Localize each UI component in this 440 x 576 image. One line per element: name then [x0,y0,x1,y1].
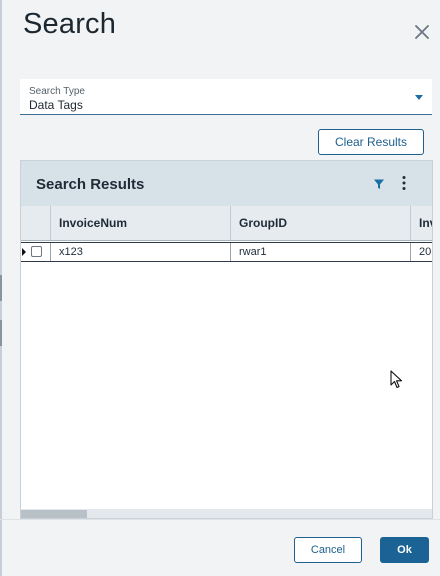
cell-groupid: rwar1 [231,243,411,261]
grid-header-row: InvoiceNum GroupID Inv [21,206,432,241]
search-type-label: Search Type [29,86,85,97]
background-window-edge [0,0,2,576]
close-button[interactable] [410,20,434,44]
search-type-value: Data Tags [29,98,83,112]
background-mark [0,320,2,346]
search-results-panel: Search Results InvoiceNum GroupID Inv x1… [20,160,433,519]
chevron-down-icon [415,95,423,100]
more-vertical-icon[interactable] [402,175,406,191]
dialog-title: Search [23,8,117,40]
close-icon [415,25,429,39]
row-checkbox[interactable] [31,246,42,257]
row-indicator-icon [22,248,26,256]
filter-icon[interactable] [373,178,385,190]
results-title: Search Results [36,176,145,193]
clear-results-button[interactable]: Clear Results [318,129,424,155]
cancel-button[interactable]: Cancel [294,537,362,563]
background-mark [0,275,2,301]
column-header-invoicenum[interactable]: InvoiceNum [51,206,231,240]
grid-header-selector [21,206,51,240]
table-row[interactable]: x123 rwar1 20 [21,242,432,262]
horizontal-scrollbar[interactable] [21,509,432,518]
cell-inv: 20 [419,246,432,258]
results-header: Search Results [21,161,432,206]
ok-button[interactable]: Ok [380,537,429,563]
scrollbar-thumb[interactable] [21,510,87,518]
mouse-pointer-icon [390,370,403,389]
footer-divider [0,519,440,520]
cell-invoicenum: x123 [51,243,231,261]
column-header-inv[interactable]: Inv [411,206,432,240]
search-type-select[interactable]: Search Type Data Tags [20,79,432,115]
column-header-groupid[interactable]: GroupID [231,206,411,240]
row-selector-cell [21,243,51,261]
